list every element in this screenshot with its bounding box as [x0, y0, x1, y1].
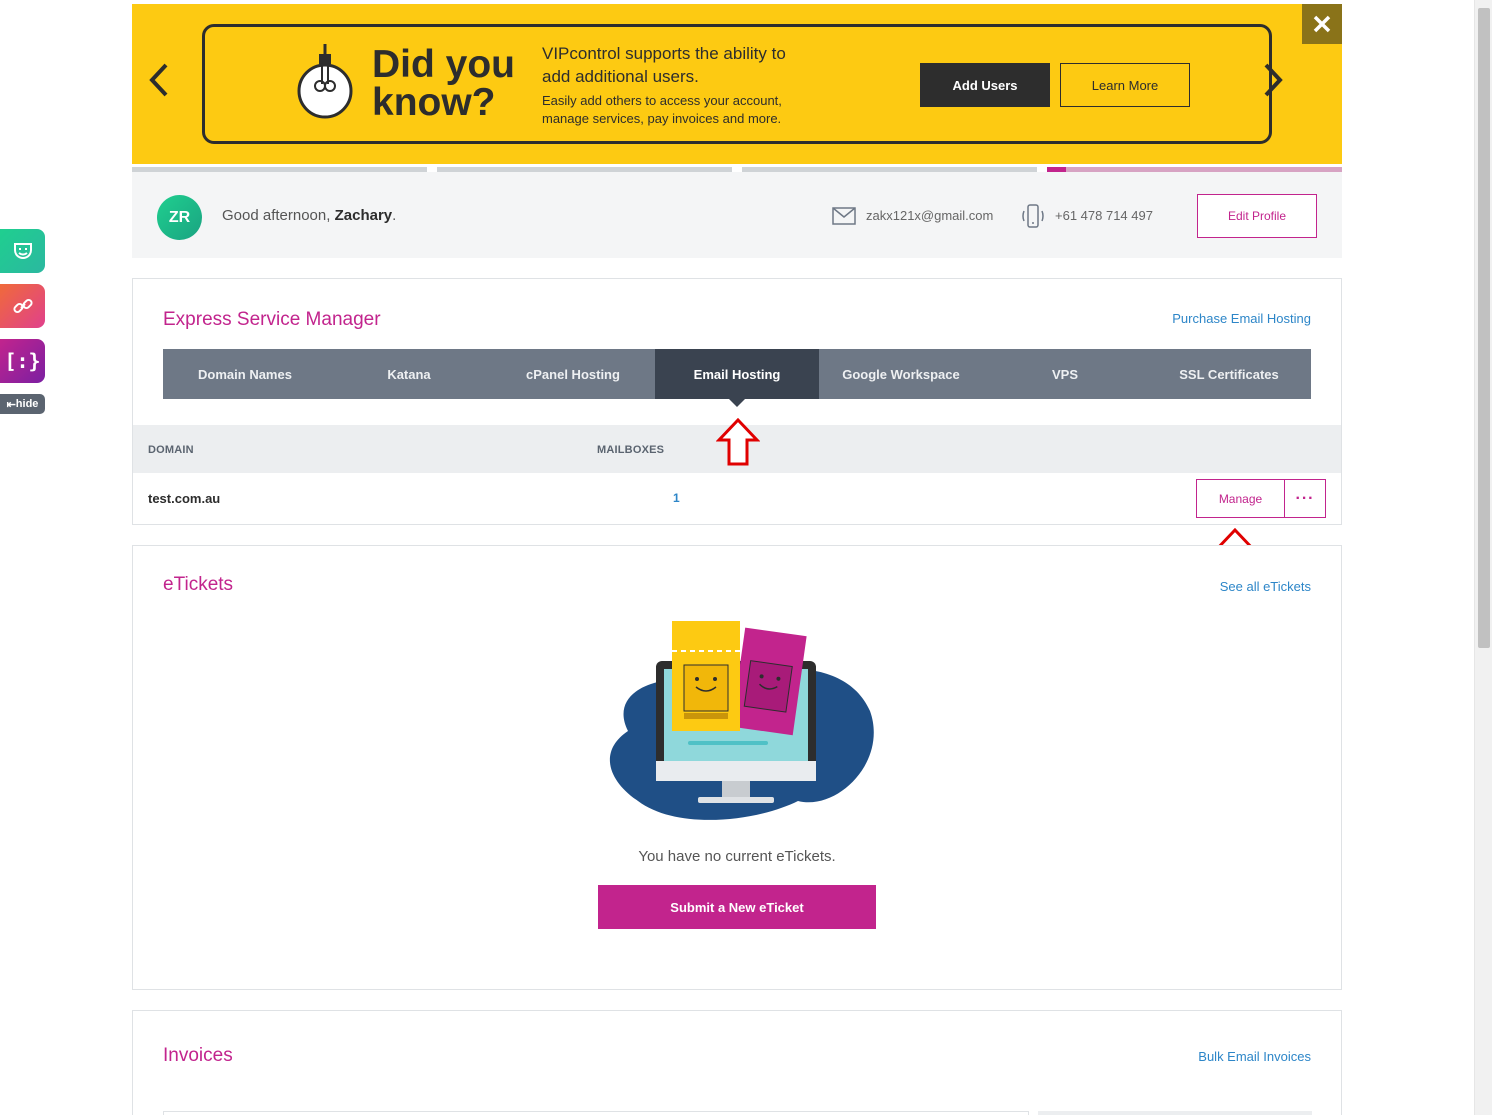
bulk-email-invoices-link[interactable]: Bulk Email Invoices: [1198, 1049, 1311, 1064]
banner-subtitle: Easily add others to access your account…: [542, 93, 782, 126]
user-name: Zachary: [334, 207, 393, 224]
tab-domain-names[interactable]: Domain Names: [163, 349, 327, 399]
row-domain: test.com.au: [148, 491, 221, 506]
promo-banner: Did you know? VIPcontrol supports the ab…: [132, 4, 1342, 164]
tab-ssl-certificates[interactable]: SSL Certificates: [1147, 349, 1311, 399]
avatar: ZR: [157, 195, 202, 240]
banner-close-button[interactable]: [1302, 4, 1342, 44]
tab-google-workspace[interactable]: Google Workspace: [819, 349, 983, 399]
chevron-left-icon: [149, 63, 168, 97]
submit-eticket-button[interactable]: Submit a New eTicket: [598, 885, 876, 929]
profile-phone: +61 478 714 497: [1055, 208, 1153, 223]
more-options-button[interactable]: ···: [1284, 479, 1326, 518]
link-icon[interactable]: [0, 284, 45, 328]
learn-more-button[interactable]: Learn More: [1060, 63, 1190, 107]
side-toolbar: [:} ⇤ hide: [0, 229, 46, 414]
tab-vps[interactable]: VPS: [983, 349, 1147, 399]
hide-toolbar-button[interactable]: ⇤ hide: [0, 394, 45, 414]
table-row: test.com.au 1 Manage ···: [133, 473, 1341, 523]
invoices-title: Invoices: [163, 1045, 233, 1066]
profile-bar: ZR Good afternoon, Zachary. zakx121x@gma…: [132, 172, 1342, 258]
greeting-suffix: .: [392, 207, 397, 224]
lightbulb-icon: [297, 44, 353, 119]
invoices-search-field[interactable]: [163, 1111, 1029, 1115]
etickets-card: eTickets See all eTickets You have no cu…: [132, 545, 1342, 990]
service-manager-title: Express Service Manager: [163, 309, 381, 330]
see-all-etickets-link[interactable]: See all eTickets: [1220, 579, 1311, 594]
banner-title: VIPcontrol supports the ability to add a…: [542, 44, 786, 86]
tab-cpanel-hosting[interactable]: cPanel Hosting: [491, 349, 655, 399]
hide-arrow-icon: ⇤: [6, 398, 16, 411]
column-domain: DOMAIN: [148, 444, 194, 456]
row-mailboxes[interactable]: 1: [673, 491, 680, 505]
etickets-title: eTickets: [163, 574, 234, 595]
invoices-card: Invoices Bulk Email Invoices: [132, 1010, 1342, 1115]
profile-email: zakx121x@gmail.com: [866, 208, 994, 223]
banner-headline: Did you know?: [372, 43, 515, 124]
scrollbar-thumb[interactable]: [1478, 8, 1490, 648]
tab-katana[interactable]: Katana: [327, 349, 491, 399]
service-tabs: Domain Names Katana cPanel Hosting Email…: [163, 349, 1311, 407]
code-bracket-icon[interactable]: [:}: [0, 339, 45, 383]
chevron-right-icon: [1264, 63, 1283, 97]
banner-next-button[interactable]: [1260, 62, 1286, 105]
invoices-filter[interactable]: [1038, 1111, 1312, 1115]
page-scrollbar[interactable]: [1474, 0, 1492, 1115]
greeting-prefix: Good afternoon,: [222, 207, 335, 224]
mail-icon: [832, 207, 856, 225]
hide-label: hide: [15, 398, 39, 410]
annotation-arrow-up-icon: [716, 418, 760, 466]
greeting: Good afternoon, Zachary.: [222, 207, 396, 224]
close-icon: [1313, 15, 1331, 33]
purchase-email-hosting-link[interactable]: Purchase Email Hosting: [1172, 311, 1311, 326]
edit-profile-button[interactable]: Edit Profile: [1197, 194, 1317, 238]
tab-email-hosting[interactable]: Email Hosting: [655, 349, 819, 407]
banner-prev-button[interactable]: [146, 62, 172, 105]
etickets-illustration: [609, 621, 874, 820]
manage-button[interactable]: Manage: [1196, 479, 1285, 518]
mask-icon[interactable]: [0, 229, 45, 273]
column-mailboxes: MAILBOXES: [597, 444, 665, 456]
no-etickets-message: You have no current eTickets.: [638, 848, 836, 865]
phone-icon: [1022, 204, 1044, 228]
express-service-manager-card: Express Service Manager Purchase Email H…: [132, 278, 1342, 525]
add-users-button[interactable]: Add Users: [920, 63, 1050, 107]
